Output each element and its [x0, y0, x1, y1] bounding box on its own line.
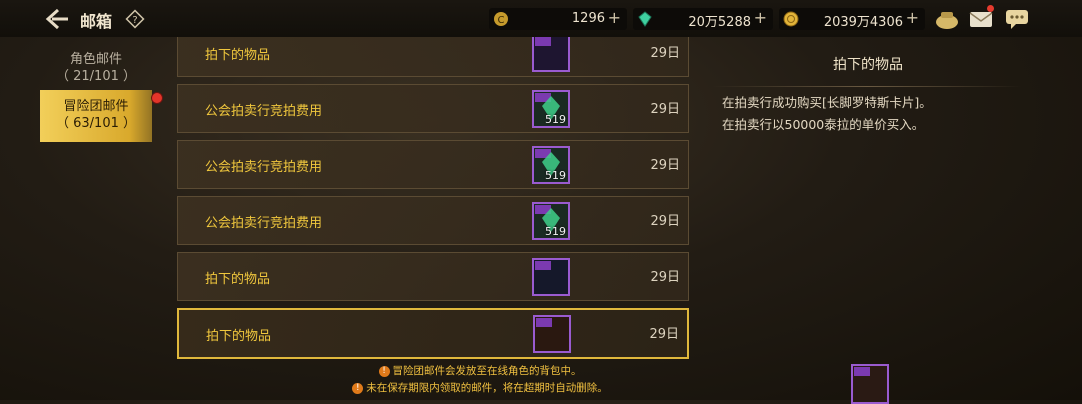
notice-text: 冒险团邮件会发放至在线角色的背包中。 — [392, 365, 582, 377]
detail-line: 在拍卖行以50000泰拉的单价买入。 — [722, 117, 925, 132]
tab-character-mail[interactable]: 角色邮件 （ 21/101 ） — [40, 43, 152, 95]
card-item-icon — [533, 315, 571, 353]
crystal-item-icon: 519 — [532, 202, 570, 240]
mail-date: 29日 — [649, 327, 679, 342]
detail-title: 拍下的物品 — [833, 57, 903, 73]
add-currency-button[interactable]: + — [754, 8, 767, 27]
notice-line: ! 冒险团邮件会发放至在线角色的背包中。 — [300, 363, 660, 378]
list-item[interactable]: 公会拍卖行竞拍费用 519 29日 — [177, 196, 689, 245]
currency-value: 1296 — [571, 11, 605, 26]
mail-title: 拍下的物品 — [205, 48, 271, 63]
list-item[interactable]: 拍下的物品 29日 — [177, 37, 689, 77]
currency-crystal: 20万5288 + — [633, 8, 773, 30]
mail-list[interactable]: 拍下的物品 29日 公会拍卖行竞拍费用 519 29日 公会拍卖行竞拍费用 51… — [177, 37, 691, 359]
detail-line: 在拍卖行成功购买[长脚罗特斯卡片]。 — [722, 95, 932, 110]
tab-label: 角色邮件 — [69, 52, 122, 67]
card-item-icon — [532, 258, 570, 296]
mail-date: 29日 — [650, 158, 680, 173]
attachment-card-icon[interactable] — [851, 364, 889, 404]
currency-coupon: C 1296 + — [489, 8, 627, 30]
crystal-item-icon: 519 — [532, 146, 570, 184]
mail-date: 29日 — [650, 270, 680, 285]
page-title: 邮箱 — [80, 12, 113, 31]
currency-value: 2039万4306 — [823, 15, 903, 30]
tab-adventure-team-mail[interactable]: 冒险团邮件 （ 63/101 ） — [40, 90, 152, 142]
back-arrow-icon[interactable] — [44, 7, 70, 31]
list-item-selected[interactable]: 拍下的物品 29日 — [177, 308, 689, 359]
mail-title: 拍下的物品 — [205, 272, 271, 287]
top-bar: 邮箱 ? C 1296 + 20万5288 + 2039万4306 + — [0, 0, 1082, 37]
tab-label: 冒险团邮件 — [63, 99, 129, 114]
warning-icon: ! — [352, 382, 364, 394]
mail-date: 29日 — [650, 46, 680, 61]
mail-date: 29日 — [650, 102, 680, 117]
notice-text: 未在保存期限内领取的邮件，将在超期时自动删除。 — [366, 382, 608, 394]
bag-icon[interactable] — [934, 7, 960, 31]
item-quantity: 519 — [545, 169, 566, 182]
gold-coin-icon — [783, 11, 799, 27]
item-quantity: 519 — [545, 113, 566, 126]
svg-text:?: ? — [132, 15, 137, 26]
item-quantity: 519 — [545, 225, 566, 238]
mail-date: 29日 — [650, 214, 680, 229]
mail-title: 拍下的物品 — [206, 329, 272, 344]
chat-icon[interactable] — [1004, 7, 1030, 31]
list-item[interactable]: 公会拍卖行竞拍费用 519 29日 — [177, 140, 689, 189]
mail-title: 公会拍卖行竞拍费用 — [205, 216, 323, 231]
divider — [712, 86, 1022, 87]
card-item-icon — [532, 37, 570, 72]
tab-count: （ 63/101 ） — [56, 116, 136, 131]
mail-title: 公会拍卖行竞拍费用 — [205, 104, 323, 119]
tab-count: （ 21/101 ） — [56, 69, 136, 84]
notification-dot — [987, 5, 994, 12]
currency-value: 20万5288 — [688, 15, 751, 30]
list-item[interactable]: 拍下的物品 29日 — [177, 252, 689, 301]
detail-body: 在拍卖行成功购买[长脚罗特斯卡片]。 在拍卖行以50000泰拉的单价买入。 — [722, 92, 932, 136]
notice-line: ! 未在保存期限内领取的邮件，将在超期时自动删除。 — [300, 380, 660, 395]
crystal-item-icon: 519 — [532, 90, 570, 128]
list-item[interactable]: 公会拍卖行竞拍费用 519 29日 — [177, 84, 689, 133]
notification-dot — [151, 92, 163, 104]
gold-coin-icon: C — [493, 11, 509, 27]
help-icon[interactable]: ? — [125, 9, 145, 29]
mail-title: 公会拍卖行竞拍费用 — [205, 160, 323, 175]
add-currency-button[interactable]: + — [906, 8, 919, 27]
currency-gold: 2039万4306 + — [779, 8, 925, 30]
svg-text:C: C — [498, 15, 505, 26]
warning-icon: ! — [378, 365, 390, 377]
green-crystal-icon — [637, 11, 653, 27]
add-currency-button[interactable]: + — [608, 8, 621, 27]
